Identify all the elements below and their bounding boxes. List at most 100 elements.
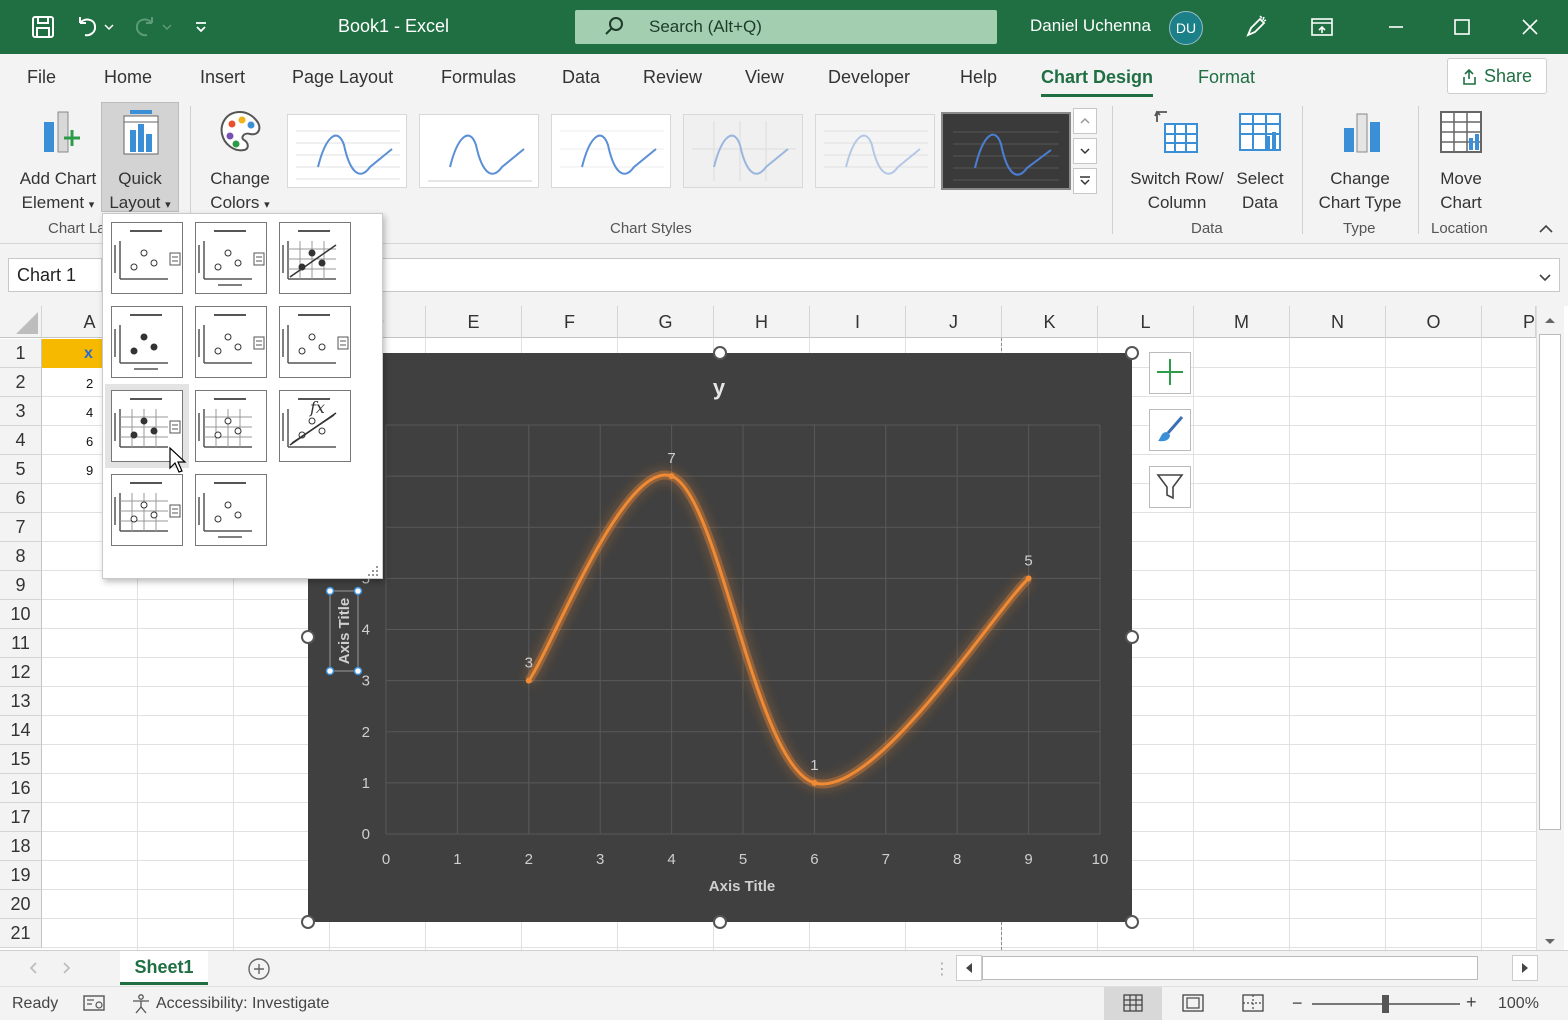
tab-insert[interactable]: Insert bbox=[200, 67, 245, 88]
row-header-21[interactable]: 21 bbox=[0, 919, 42, 948]
vertical-scroll-thumb[interactable] bbox=[1539, 334, 1561, 830]
resize-handle-bottom-right[interactable] bbox=[1125, 915, 1139, 929]
quick-layout-3[interactable] bbox=[279, 222, 351, 294]
chart-svg[interactable]: y 0 1 2 3 4 5 6 7 8 9 10 0 1 2 3 4 5 3 7 1 5 Axis Title Ax… bbox=[308, 353, 1132, 922]
quick-layout-button[interactable]: Quick Layout ▾ bbox=[104, 108, 176, 217]
sheet-scroll-right-icon[interactable] bbox=[62, 961, 72, 978]
cell-a2[interactable]: 2 bbox=[86, 376, 93, 391]
tab-data[interactable]: Data bbox=[562, 67, 600, 88]
chart-style-5[interactable] bbox=[815, 114, 935, 188]
cell-a3[interactable]: 4 bbox=[86, 405, 93, 420]
chart-style-2[interactable] bbox=[419, 114, 539, 188]
undo-dropdown-icon[interactable] bbox=[100, 12, 118, 42]
chart-title[interactable]: y bbox=[713, 375, 726, 400]
tab-home[interactable]: Home bbox=[104, 67, 152, 88]
data-label[interactable]: 3 bbox=[525, 655, 533, 672]
tab-review[interactable]: Review bbox=[643, 67, 702, 88]
data-labels[interactable]: 3 7 1 5 bbox=[525, 450, 1033, 774]
close-icon[interactable] bbox=[1510, 10, 1550, 44]
maximize-icon[interactable] bbox=[1442, 10, 1482, 44]
page-break-view-icon[interactable] bbox=[1242, 994, 1264, 1017]
row-header-17[interactable]: 17 bbox=[0, 803, 42, 832]
tab-chart-design[interactable]: Chart Design bbox=[1041, 67, 1154, 97]
name-box[interactable]: Chart 1 bbox=[8, 258, 102, 292]
data-point[interactable] bbox=[1025, 575, 1032, 582]
selection-handle[interactable] bbox=[353, 586, 363, 596]
zoom-in-icon[interactable]: + bbox=[1466, 992, 1477, 1013]
row-header-8[interactable]: 8 bbox=[0, 542, 42, 571]
quick-layout-2[interactable] bbox=[195, 222, 267, 294]
zoom-slider-thumb[interactable] bbox=[1382, 995, 1389, 1013]
sheet-scroll-left-icon[interactable] bbox=[28, 961, 38, 978]
column-header-e[interactable]: E bbox=[426, 306, 522, 338]
search-box[interactable]: Search (Alt+Q) bbox=[575, 10, 997, 44]
split-handle-icon[interactable]: ⋮ bbox=[934, 959, 950, 979]
column-header-j[interactable]: J bbox=[906, 306, 1002, 338]
data-point[interactable] bbox=[811, 779, 818, 786]
data-point[interactable] bbox=[525, 677, 532, 684]
column-header-f[interactable]: F bbox=[522, 306, 618, 338]
styles-scroll-down-icon[interactable] bbox=[1073, 138, 1097, 164]
column-header-i[interactable]: I bbox=[810, 306, 906, 338]
resize-handle-bottom-left[interactable] bbox=[301, 915, 315, 929]
move-chart-button[interactable]: Move Chart bbox=[1428, 108, 1494, 215]
resize-handle-bottom[interactable] bbox=[713, 915, 727, 929]
resize-handle-left[interactable] bbox=[301, 630, 315, 644]
select-all-corner[interactable] bbox=[0, 306, 42, 338]
quick-layout-10[interactable] bbox=[111, 474, 183, 546]
sheet-tab-sheet1[interactable]: Sheet1 bbox=[120, 951, 208, 985]
row-header-1[interactable]: 1 bbox=[0, 339, 42, 368]
normal-view-button[interactable] bbox=[1104, 987, 1162, 1020]
cell-a4[interactable]: 6 bbox=[86, 434, 93, 449]
data-point[interactable] bbox=[668, 473, 675, 480]
y-axis-title[interactable]: Axis Title bbox=[336, 598, 353, 664]
row-header-14[interactable]: 14 bbox=[0, 716, 42, 745]
formula-input[interactable] bbox=[382, 258, 1560, 292]
tab-format[interactable]: Format bbox=[1198, 67, 1255, 88]
collapse-ribbon-icon[interactable] bbox=[1538, 222, 1554, 238]
column-header-p[interactable]: P bbox=[1482, 306, 1536, 338]
quick-layout-1[interactable] bbox=[111, 222, 183, 294]
quick-layout-6[interactable] bbox=[279, 306, 351, 378]
column-header-g[interactable]: G bbox=[618, 306, 714, 338]
row-header-18[interactable]: 18 bbox=[0, 832, 42, 861]
row-header-15[interactable]: 15 bbox=[0, 745, 42, 774]
chart-style-1[interactable] bbox=[287, 114, 407, 188]
chart-area[interactable]: y 0 1 2 3 4 5 6 7 8 9 10 0 1 2 3 4 5 3 7 1 5 Axis Title Ax… bbox=[308, 353, 1132, 922]
minimize-icon[interactable] bbox=[1376, 10, 1416, 44]
column-header-m[interactable]: M bbox=[1194, 306, 1290, 338]
change-colors-button[interactable]: Change Colors ▾ bbox=[200, 108, 280, 217]
tab-file[interactable]: File bbox=[27, 67, 56, 88]
macro-recorder-icon[interactable] bbox=[82, 993, 106, 1018]
accessibility-icon[interactable] bbox=[130, 993, 152, 1020]
data-label[interactable]: 5 bbox=[1024, 552, 1032, 569]
h-scroll-left-icon[interactable] bbox=[956, 955, 982, 981]
tab-developer[interactable]: Developer bbox=[828, 67, 910, 88]
row-header-3[interactable]: 3 bbox=[0, 397, 42, 426]
ribbon-display-icon[interactable] bbox=[1302, 10, 1342, 44]
avatar[interactable]: DU bbox=[1169, 11, 1203, 45]
data-label[interactable]: 1 bbox=[810, 757, 818, 774]
quick-layout-4[interactable] bbox=[111, 306, 183, 378]
expand-formula-bar-icon[interactable] bbox=[1538, 270, 1552, 286]
switch-row-column-button[interactable]: Switch Row/ Column bbox=[1124, 108, 1230, 215]
quick-layout-5[interactable] bbox=[195, 306, 267, 378]
tab-formulas[interactable]: Formulas bbox=[441, 67, 516, 88]
selection-handle[interactable] bbox=[325, 586, 335, 596]
zoom-out-icon[interactable]: − bbox=[1292, 993, 1303, 1014]
data-label[interactable]: 7 bbox=[667, 450, 675, 467]
column-header-h[interactable]: H bbox=[714, 306, 810, 338]
x-axis-title[interactable]: Axis Title bbox=[709, 878, 775, 895]
quick-layout-9[interactable]: fx bbox=[279, 390, 351, 462]
column-header-n[interactable]: N bbox=[1290, 306, 1386, 338]
page-layout-view-icon[interactable] bbox=[1182, 994, 1204, 1017]
chart-style-4[interactable] bbox=[683, 114, 803, 188]
add-chart-element-button[interactable]: Add Chart Element ▾ bbox=[12, 108, 104, 217]
vertical-scrollbar[interactable] bbox=[1536, 306, 1564, 950]
row-header-5[interactable]: 5 bbox=[0, 455, 42, 484]
chart-filters-button[interactable] bbox=[1149, 466, 1191, 508]
selection-handle[interactable] bbox=[353, 666, 363, 676]
change-chart-type-button[interactable]: Change Chart Type bbox=[1310, 108, 1410, 215]
row-header-10[interactable]: 10 bbox=[0, 600, 42, 629]
cell-a5[interactable]: 9 bbox=[86, 463, 93, 478]
